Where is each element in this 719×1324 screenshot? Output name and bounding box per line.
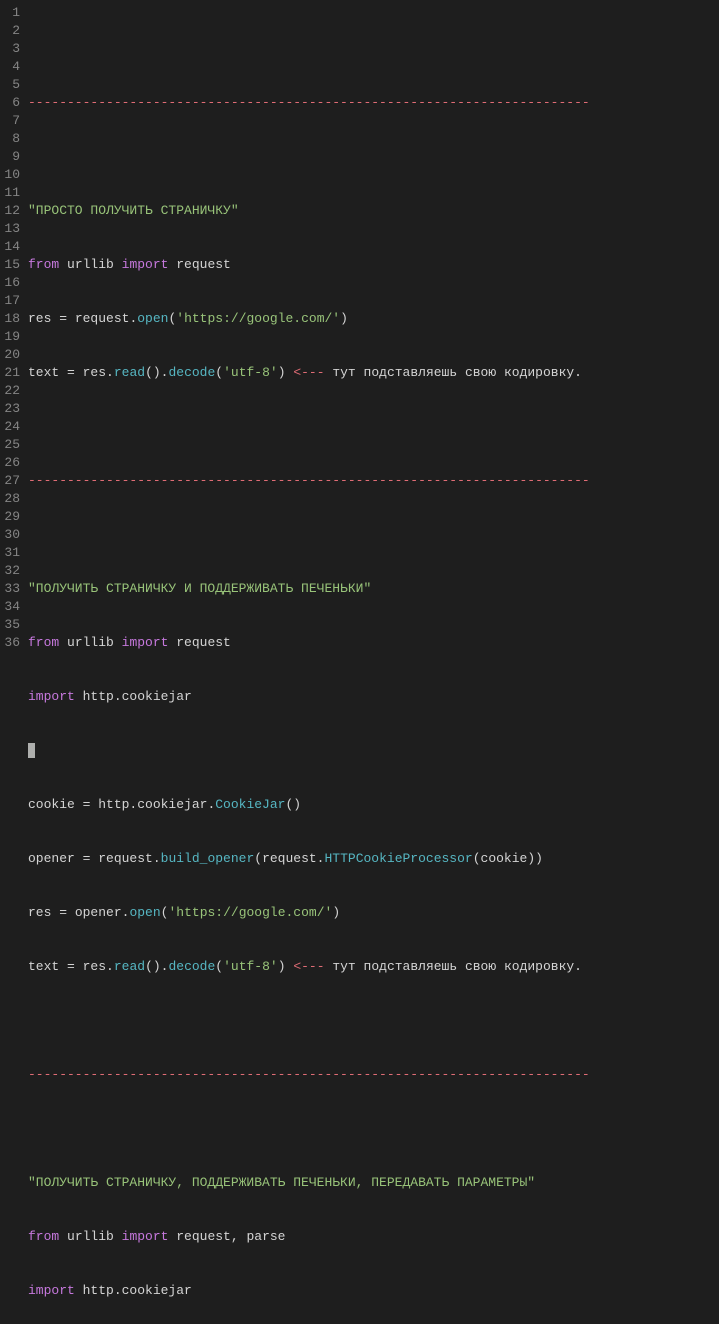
- code-line[interactable]: [28, 742, 719, 760]
- code-line[interactable]: ----------------------------------------…: [28, 94, 719, 112]
- line-number: 1: [0, 4, 20, 22]
- line-number: 30: [0, 526, 20, 544]
- line-number: 34: [0, 598, 20, 616]
- line-number: 23: [0, 400, 20, 418]
- code-line[interactable]: ----------------------------------------…: [28, 472, 719, 490]
- line-number: 36: [0, 634, 20, 652]
- code-line[interactable]: [28, 1012, 719, 1030]
- line-number: 15: [0, 256, 20, 274]
- line-number: 32: [0, 562, 20, 580]
- line-number: 8: [0, 130, 20, 148]
- code-line[interactable]: cookie = http.cookiejar.CookieJar(): [28, 796, 719, 814]
- code-line[interactable]: import http.cookiejar: [28, 1282, 719, 1300]
- code-line[interactable]: res = opener.open('https://google.com/'): [28, 904, 719, 922]
- code-line[interactable]: [28, 40, 719, 58]
- code-line[interactable]: res = request.open('https://google.com/'…: [28, 310, 719, 328]
- code-line[interactable]: from urllib import request: [28, 634, 719, 652]
- code-line[interactable]: [28, 526, 719, 544]
- line-number: 14: [0, 238, 20, 256]
- line-number: 25: [0, 436, 20, 454]
- code-line[interactable]: [28, 1120, 719, 1138]
- line-number: 24: [0, 418, 20, 436]
- line-number: 6: [0, 94, 20, 112]
- line-number: 28: [0, 490, 20, 508]
- line-number: 26: [0, 454, 20, 472]
- line-number: 10: [0, 166, 20, 184]
- line-number: 2: [0, 22, 20, 40]
- line-number: 19: [0, 328, 20, 346]
- line-number: 18: [0, 310, 20, 328]
- code-line[interactable]: "ПОЛУЧИТЬ СТРАНИЧКУ, ПОДДЕРЖИВАТЬ ПЕЧЕНЬ…: [28, 1174, 719, 1192]
- code-line[interactable]: "ПОЛУЧИТЬ СТРАНИЧКУ И ПОДДЕРЖИВАТЬ ПЕЧЕН…: [28, 580, 719, 598]
- code-line[interactable]: text = res.read().decode('utf-8') <--- т…: [28, 958, 719, 976]
- line-number: 27: [0, 472, 20, 490]
- code-line[interactable]: [28, 418, 719, 436]
- text-cursor: [28, 743, 35, 758]
- line-number: 7: [0, 112, 20, 130]
- line-number: 11: [0, 184, 20, 202]
- code-line[interactable]: import http.cookiejar: [28, 688, 719, 706]
- line-number: 12: [0, 202, 20, 220]
- line-number: 20: [0, 346, 20, 364]
- code-line[interactable]: from urllib import request, parse: [28, 1228, 719, 1246]
- code-line[interactable]: opener = request.build_opener(request.HT…: [28, 850, 719, 868]
- line-number: 3: [0, 40, 20, 58]
- line-number: 4: [0, 58, 20, 76]
- line-number: 16: [0, 274, 20, 292]
- code-area[interactable]: ----------------------------------------…: [28, 4, 719, 1324]
- line-number: 29: [0, 508, 20, 526]
- line-number: 5: [0, 76, 20, 94]
- line-number: 9: [0, 148, 20, 166]
- code-line[interactable]: text = res.read().decode('utf-8') <--- т…: [28, 364, 719, 382]
- code-line[interactable]: "ПРОСТО ПОЛУЧИТЬ СТРАНИЧКУ": [28, 202, 719, 220]
- line-number: 35: [0, 616, 20, 634]
- code-line[interactable]: [28, 148, 719, 166]
- line-number: 31: [0, 544, 20, 562]
- line-number: 13: [0, 220, 20, 238]
- line-number-gutter: 1 2 3 4 5 6 7 8 9 10 11 12 13 14 15 16 1…: [0, 4, 28, 1324]
- code-editor[interactable]: 1 2 3 4 5 6 7 8 9 10 11 12 13 14 15 16 1…: [0, 0, 719, 1324]
- line-number: 33: [0, 580, 20, 598]
- code-line[interactable]: ----------------------------------------…: [28, 1066, 719, 1084]
- code-line[interactable]: from urllib import request: [28, 256, 719, 274]
- line-number: 17: [0, 292, 20, 310]
- line-number: 22: [0, 382, 20, 400]
- line-number: 21: [0, 364, 20, 382]
